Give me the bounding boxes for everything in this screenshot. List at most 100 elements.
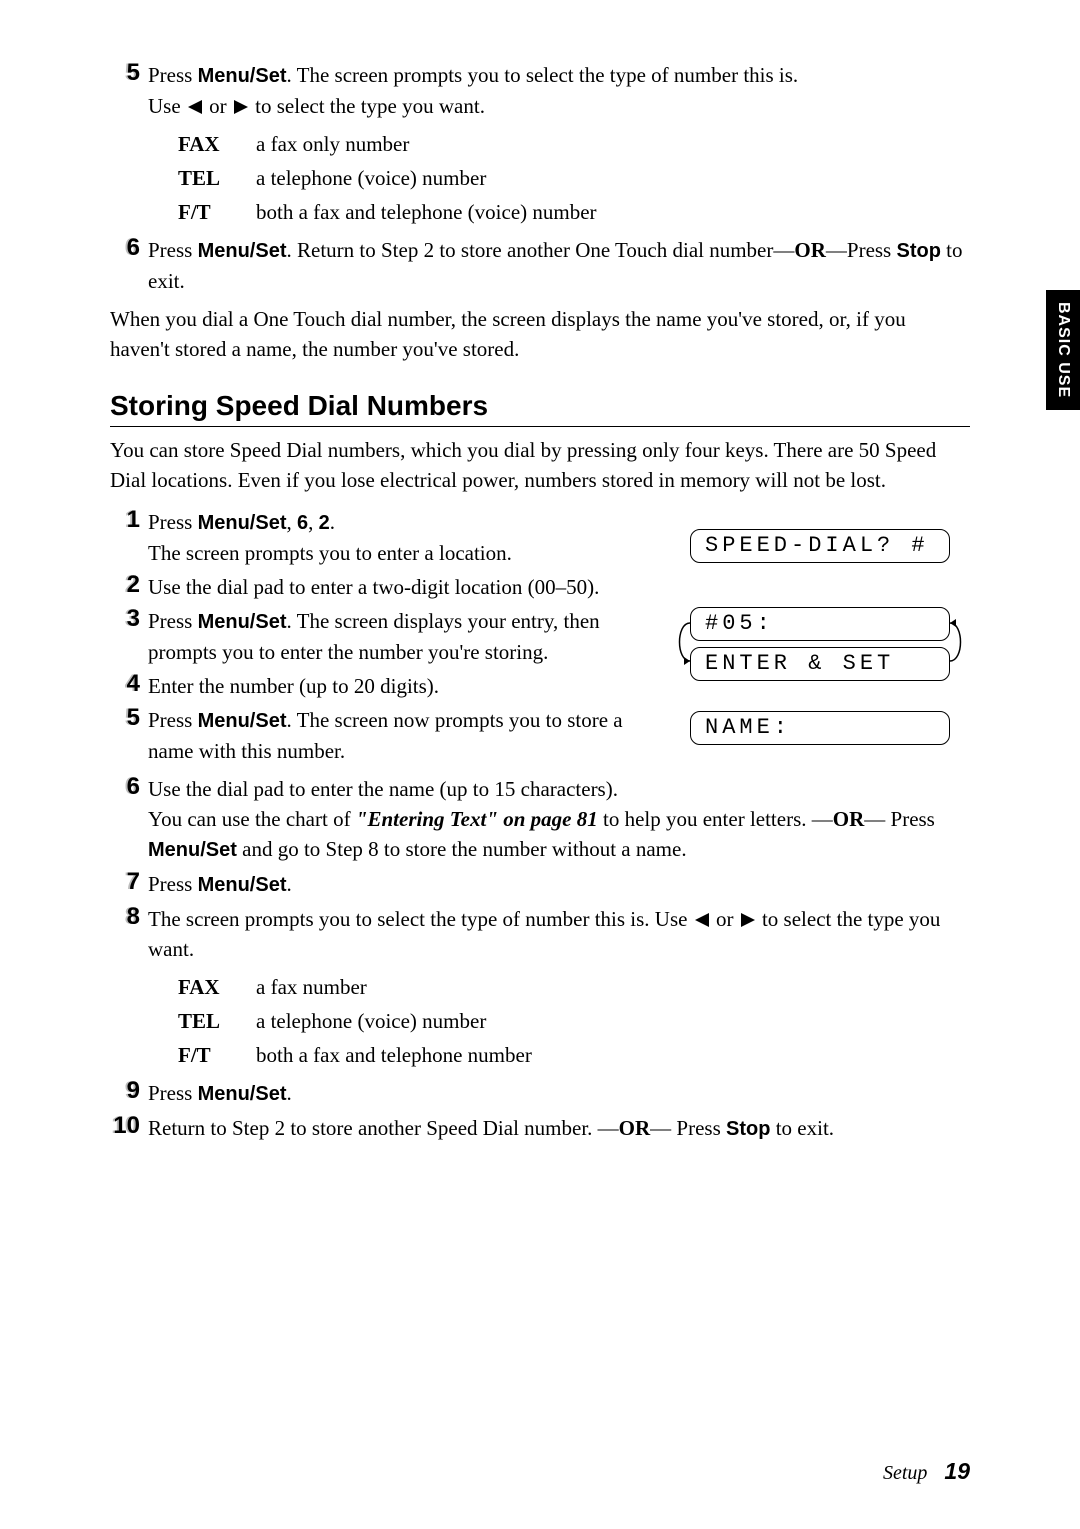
text: Return to Step 2 to store another Speed … xyxy=(148,1116,619,1140)
lcd-display: #05: xyxy=(690,607,950,641)
page-footer: Setup 19 xyxy=(883,1458,970,1485)
lcd-display: ENTER & SET xyxy=(690,647,950,681)
step-number: 99 xyxy=(127,1078,140,1104)
step-2: 22 Use the dial pad to enter a two-digit… xyxy=(110,572,672,602)
menuset-key: Menu/Set xyxy=(198,240,287,262)
def-term: TEL xyxy=(178,1004,256,1038)
step-1: 11 Press Menu/Set, 6, 2. The screen prom… xyxy=(110,507,672,568)
step-number: 55 xyxy=(127,705,140,731)
menuset-key: Menu/Set xyxy=(198,611,287,633)
footer-section: Setup xyxy=(883,1462,927,1484)
text: The screen prompts you to select the typ… xyxy=(148,907,693,931)
text: Press xyxy=(148,872,198,896)
right-arrow-icon xyxy=(741,913,755,927)
text: to exit. xyxy=(770,1116,834,1140)
key-6: 6 xyxy=(297,512,308,534)
key-2: 2 xyxy=(319,512,330,534)
step-5-top: 55 Press Menu/Set. The screen prompts yo… xyxy=(110,60,970,121)
step-number: 11 xyxy=(127,507,140,533)
def-term: F/T xyxy=(178,195,256,229)
menuset-key: Menu/Set xyxy=(198,1083,287,1105)
text: Press xyxy=(148,609,198,633)
menuset-key: Menu/Set xyxy=(148,839,237,861)
text: to select the type you want. xyxy=(250,94,485,118)
step-number: 22 xyxy=(127,572,140,598)
step-5: 55 Press Menu/Set. The screen now prompt… xyxy=(110,705,672,766)
def-desc: both a fax and telephone (voice) number xyxy=(256,195,970,229)
menuset-key: Menu/Set xyxy=(198,710,287,732)
text: . xyxy=(287,1081,292,1105)
left-arrow-icon xyxy=(188,100,202,114)
text: Press xyxy=(148,238,198,262)
text: — Press xyxy=(864,807,935,831)
def-term: FAX xyxy=(178,127,256,161)
step-3: 33 Press Menu/Set. The screen displays y… xyxy=(110,606,672,667)
step-9: 99 Press Menu/Set. xyxy=(110,1078,970,1109)
text: —Press xyxy=(826,238,897,262)
step-6: 66 Use the dial pad to enter the name (u… xyxy=(110,774,970,865)
step-10: 1010 Return to Step 2 to store another S… xyxy=(110,1113,970,1144)
step-number: 66 xyxy=(127,235,140,261)
footer-page-number: 19 xyxy=(944,1458,970,1484)
step-4: 44 Enter the number (up to 20 digits). xyxy=(110,671,672,701)
section-heading: Storing Speed Dial Numbers xyxy=(110,390,970,427)
section-intro: You can store Speed Dial numbers, which … xyxy=(110,435,970,495)
lcd-display: SPEED-DIAL? # xyxy=(690,529,950,563)
page-content: 55 Press Menu/Set. The screen prompts yo… xyxy=(0,0,1080,1144)
text: Press xyxy=(148,1081,198,1105)
text: . The screen prompts you to select the t… xyxy=(287,63,799,87)
left-arrow-icon xyxy=(695,913,709,927)
lcd-display: NAME: xyxy=(690,711,950,745)
text: Use xyxy=(148,94,186,118)
def-desc: a telephone (voice) number xyxy=(256,1004,970,1038)
text: or xyxy=(204,94,232,118)
text: Press xyxy=(148,63,198,87)
text: to help you enter letters. — xyxy=(598,807,833,831)
text: — Press xyxy=(650,1116,726,1140)
step-number: 88 xyxy=(127,904,140,930)
def-desc: a telephone (voice) number xyxy=(256,161,970,195)
text: and go to Step 8 to store the number wit… xyxy=(237,837,687,861)
note-paragraph: When you dial a One Touch dial number, t… xyxy=(110,304,970,364)
def-term: FAX xyxy=(178,970,256,1004)
number-type-def-list-2: FAXa fax number TELa telephone (voice) n… xyxy=(178,970,970,1072)
text: or xyxy=(711,907,739,931)
or-label: OR xyxy=(833,807,865,831)
def-desc: both a fax and telephone number xyxy=(256,1038,970,1072)
text: Use the dial pad to enter the name (up t… xyxy=(148,777,618,801)
text: . xyxy=(330,510,335,534)
text: , xyxy=(287,510,298,534)
def-term: F/T xyxy=(178,1038,256,1072)
text: Press xyxy=(148,510,198,534)
or-label: OR xyxy=(794,238,826,262)
step-number: 55 xyxy=(127,60,140,86)
step-number: 33 xyxy=(127,606,140,632)
right-arrow-icon xyxy=(234,100,248,114)
text: The screen prompts you to enter a locati… xyxy=(148,541,512,565)
def-desc: a fax number xyxy=(256,970,970,1004)
stop-key: Stop xyxy=(896,240,940,262)
menuset-key: Menu/Set xyxy=(198,874,287,896)
step-number: 66 xyxy=(127,774,140,800)
number-type-def-list: FAXa fax only number TELa telephone (voi… xyxy=(178,127,970,229)
lcd-column: SPEED-DIAL? # #05: ENTER & SET NAME: xyxy=(690,503,970,770)
text: Press xyxy=(148,708,198,732)
step-number: 44 xyxy=(127,671,140,697)
text: , xyxy=(308,510,319,534)
cross-ref: "Entering Text" on page 81 xyxy=(356,807,598,831)
step-7: 77 Press Menu/Set. xyxy=(110,869,970,900)
text: . Return to Step 2 to store another One … xyxy=(287,238,795,262)
menuset-key: Menu/Set xyxy=(198,512,287,534)
text: Use the dial pad to enter a two-digit lo… xyxy=(144,572,672,602)
def-term: TEL xyxy=(178,161,256,195)
stop-key: Stop xyxy=(726,1118,770,1140)
text: You can use the chart of xyxy=(148,807,356,831)
step-6-top: 66 Press Menu/Set. Return to Step 2 to s… xyxy=(110,235,970,296)
def-desc: a fax only number xyxy=(256,127,970,161)
text: . xyxy=(287,872,292,896)
or-label: OR xyxy=(619,1116,651,1140)
text: Enter the number (up to 20 digits). xyxy=(144,671,672,701)
step-number: 77 xyxy=(127,869,140,895)
step-number: 1010 xyxy=(113,1113,140,1139)
step-8: 88 The screen prompts you to select the … xyxy=(110,904,970,964)
